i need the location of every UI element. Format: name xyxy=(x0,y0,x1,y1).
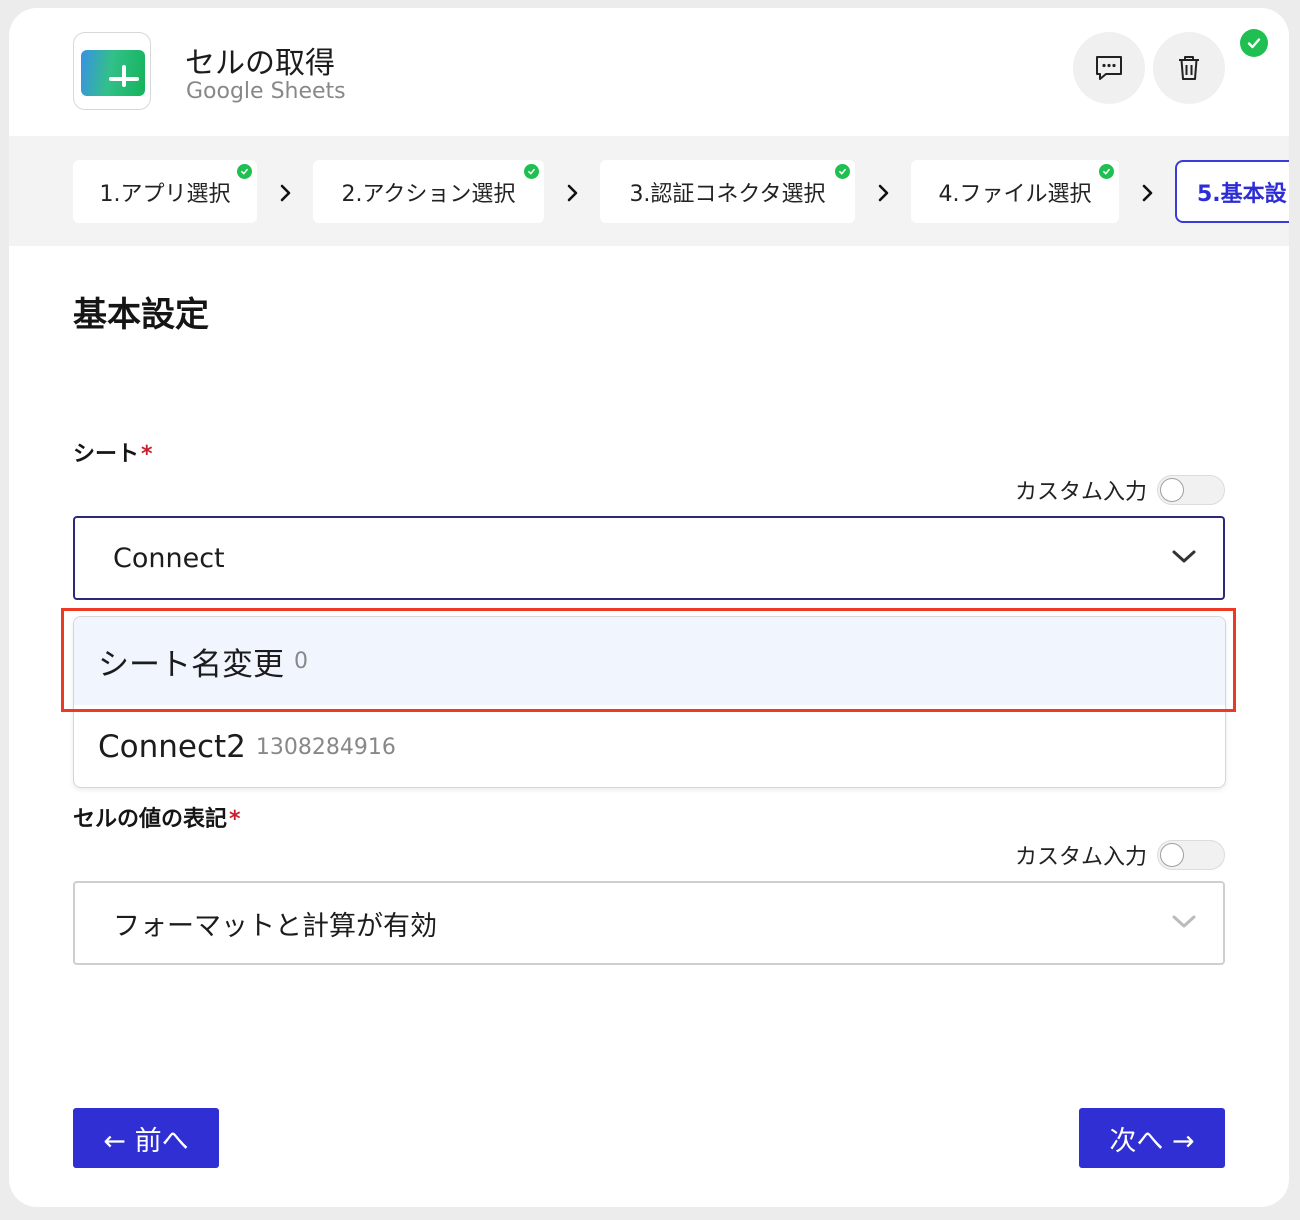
trash-icon xyxy=(1179,56,1199,80)
step-label: 4.ファイル選択 xyxy=(938,181,1092,207)
section-title: 基本設定 xyxy=(73,295,209,335)
chevron-right-icon xyxy=(280,184,291,202)
complete-check-icon xyxy=(1240,29,1268,57)
custom-input-label: カスタム入力 xyxy=(1014,845,1147,870)
delete-button[interactable] xyxy=(1153,32,1225,104)
sheet-custom-input-row: カスタム入力 xyxy=(1015,474,1225,506)
sheet-option-id: 1308284916 xyxy=(255,734,396,760)
cell-value-custom-input-toggle[interactable] xyxy=(1157,840,1225,870)
sheet-field-label: シート* xyxy=(73,442,153,467)
app-name: Google Sheets xyxy=(186,79,346,104)
step-label: 1.アプリ選択 xyxy=(99,181,231,207)
step-done-check-icon xyxy=(237,164,252,179)
step-navigation: 1.アプリ選択 2.アクション選択 3.認証コネクタ選択 4.ファイル選択 5.… xyxy=(9,136,1289,246)
prev-button[interactable]: ← 前へ xyxy=(73,1108,219,1168)
sheet-custom-input-toggle[interactable] xyxy=(1157,475,1225,505)
step-action-select[interactable]: 2.アクション選択 xyxy=(313,160,544,223)
step-done-check-icon xyxy=(835,164,850,179)
step-card: セルの取得 Google Sheets 1.アプリ選択 2.アクション選択 3.… xyxy=(9,8,1289,1207)
cell-value-custom-input-row: カスタム入力 xyxy=(1015,839,1225,871)
chevron-down-icon xyxy=(1172,915,1196,928)
chevron-down-icon xyxy=(1172,550,1196,563)
step-connector-select[interactable]: 3.認証コネクタ選択 xyxy=(600,160,855,223)
step-basic-settings[interactable]: 5.基本設 xyxy=(1175,160,1289,223)
step-label: 5.基本設 xyxy=(1197,181,1287,207)
cell-value-select-value: フォーマットと計算が有効 xyxy=(113,910,437,942)
sheet-option-name: Connect2 xyxy=(98,729,246,765)
step-done-check-icon xyxy=(524,164,539,179)
required-mark: * xyxy=(141,442,153,467)
next-button[interactable]: 次へ → xyxy=(1079,1108,1225,1168)
action-title: セルの取得 xyxy=(185,46,335,81)
step-done-check-icon xyxy=(1099,164,1114,179)
cell-value-select[interactable]: フォーマットと計算が有効 xyxy=(73,881,1225,965)
comment-icon xyxy=(1096,56,1122,80)
chevron-right-icon xyxy=(878,184,889,202)
highlight-annotation-box xyxy=(61,608,1236,712)
step-app-select[interactable]: 1.アプリ選択 xyxy=(73,160,257,223)
sheet-select[interactable]: Connect xyxy=(73,516,1225,600)
step-label: 2.アクション選択 xyxy=(341,181,516,207)
step-label: 3.認証コネクタ選択 xyxy=(629,181,826,207)
step-file-select[interactable]: 4.ファイル選択 xyxy=(911,160,1119,223)
required-mark: * xyxy=(229,807,241,832)
chevron-right-icon xyxy=(567,184,578,202)
sheet-option[interactable]: Connect2 1308284916 xyxy=(74,705,1225,787)
custom-input-label: カスタム入力 xyxy=(1014,480,1147,505)
chevron-right-icon xyxy=(1142,184,1153,202)
sheet-select-value: Connect xyxy=(113,542,225,574)
cell-value-field-label: セルの値の表記* xyxy=(73,807,241,832)
google-sheets-app-icon xyxy=(73,32,151,110)
comment-button[interactable] xyxy=(1073,32,1145,104)
